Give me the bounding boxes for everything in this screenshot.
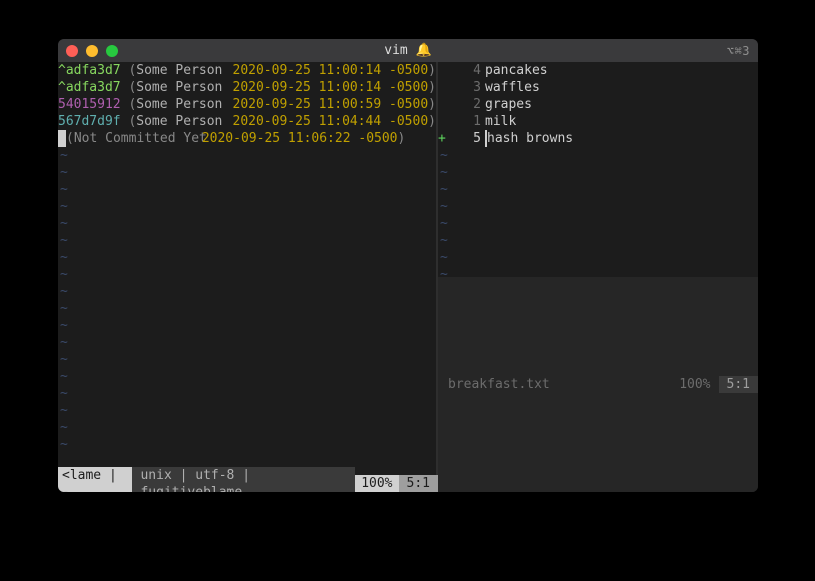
blame-author: Some Person: [136, 113, 232, 130]
empty-line-tilde: ~: [438, 215, 758, 232]
file-line[interactable]: 4pancakes: [438, 62, 758, 79]
blame-row[interactable]: ^adfa3d7 (Some Person 2020-09-25 11:00:1…: [58, 79, 436, 96]
commit-hash[interactable]: ^adfa3d7: [58, 79, 121, 96]
blame-date: 2020-09-25 11:00:59 -0500: [233, 96, 429, 113]
blame-status-flags: -: [62, 485, 70, 493]
empty-line-tilde: ~: [438, 198, 758, 215]
editor-area[interactable]: ^adfa3d7 (Some Person 2020-09-25 11:00:1…: [58, 62, 758, 492]
line-text: grapes: [485, 96, 532, 113]
blame-row[interactable]: ^adfa3d7 (Some Person 2020-09-25 11:00:1…: [58, 62, 436, 79]
minimize-icon[interactable]: [86, 45, 98, 57]
window-title: vim 🔔: [58, 43, 758, 58]
relative-line-number: 5: [446, 130, 485, 147]
blame-author: Not Committed Yet: [74, 130, 202, 147]
blame-author: Some Person: [136, 62, 232, 79]
empty-line-tilde: ~: [58, 436, 436, 453]
empty-line-tilde: ~: [58, 232, 436, 249]
line-text: hash browns: [487, 130, 573, 147]
blame-status-name: <lame: [62, 468, 101, 483]
empty-line-tilde: ~: [58, 368, 436, 385]
diff-sign: [438, 96, 446, 113]
blame-date: 2020-09-25 11:06:22 -0500: [202, 130, 398, 147]
blame-statusline: <lame | - unix | utf-8 | fugitiveblame 1…: [58, 475, 438, 492]
file-statusline: breakfast.txt 100% 5:1: [438, 277, 758, 492]
empty-line-tilde: ~: [58, 283, 436, 300]
window-controls: [66, 45, 118, 57]
blame-status-percent: 100%: [355, 475, 398, 492]
relative-line-number: 1: [446, 113, 485, 130]
empty-line-tilde: ~: [58, 164, 436, 181]
empty-line-tilde: ~: [58, 402, 436, 419]
line-text: waffles: [485, 79, 540, 96]
file-line[interactable]: 1milk: [438, 113, 758, 130]
line-text: milk: [485, 113, 516, 130]
line-text: pancakes: [485, 62, 548, 79]
diff-sign: [438, 79, 446, 96]
empty-line-tilde: ~: [58, 351, 436, 368]
file-pane[interactable]: 4pancakes 3waffles 2grapes 1milk+5 hash …: [438, 62, 758, 492]
empty-line-tilde: ~: [438, 181, 758, 198]
empty-line-tilde: ~: [58, 181, 436, 198]
empty-line-tilde: ~: [58, 419, 436, 436]
zoom-icon[interactable]: [106, 45, 118, 57]
empty-line-tilde: ~: [58, 266, 436, 283]
blame-row[interactable]: 567d7d9f (Some Person 2020-09-25 11:04:4…: [58, 113, 436, 130]
commit-hash[interactable]: ^adfa3d7: [58, 62, 121, 79]
file-status-percent: 100%: [671, 376, 718, 393]
empty-line-tilde: ~: [58, 334, 436, 351]
file-line[interactable]: 2grapes: [438, 96, 758, 113]
file-line[interactable]: +5 hash browns: [438, 130, 758, 147]
empty-line-tilde: ~: [58, 317, 436, 334]
blame-status-format: unix | utf-8 | fugitiveblame: [132, 467, 355, 493]
blame-date: 2020-09-25 11:04:44 -0500: [233, 113, 429, 130]
blame-author: Some Person: [136, 79, 232, 96]
titlebar: vim 🔔 ⌥⌘3: [58, 39, 758, 62]
file-content[interactable]: 4pancakes 3waffles 2grapes 1milk+5 hash …: [438, 62, 758, 277]
window-shortcut-hint: ⌥⌘3: [727, 44, 750, 58]
empty-line-tilde: ~: [438, 266, 758, 277]
empty-line-tilde: ~: [58, 385, 436, 402]
blame-row[interactable]: (Not Committed Yet 2020-09-25 11:06:22 -…: [58, 130, 436, 147]
diff-sign: +: [438, 130, 446, 147]
empty-line-tilde: ~: [438, 147, 758, 164]
blame-author: Some Person: [136, 96, 232, 113]
commit-hash[interactable]: 54015912: [58, 96, 121, 113]
empty-line-tilde: ~: [58, 300, 436, 317]
empty-line-tilde: ~: [438, 249, 758, 266]
relative-line-number: 3: [446, 79, 485, 96]
empty-line-tilde: ~: [438, 164, 758, 181]
blame-row[interactable]: 54015912 (Some Person 2020-09-25 11:00:5…: [58, 96, 436, 113]
blame-status-pos: 5:1: [399, 475, 438, 492]
file-status-pos: 5:1: [719, 376, 758, 393]
blame-date: 2020-09-25 11:00:14 -0500: [233, 79, 429, 96]
file-status-name: breakfast.txt: [438, 376, 671, 393]
blame-content[interactable]: ^adfa3d7 (Some Person 2020-09-25 11:00:1…: [58, 62, 436, 475]
empty-line-tilde: ~: [58, 198, 436, 215]
diff-sign: [438, 113, 446, 130]
terminal-window: vim 🔔 ⌥⌘3 ^adfa3d7 (Some Person 2020-09-…: [58, 39, 758, 492]
blame-date: 2020-09-25 11:00:14 -0500: [233, 62, 429, 79]
cursor: [58, 130, 66, 147]
empty-line-tilde: ~: [58, 249, 436, 266]
relative-line-number: 4: [446, 62, 485, 79]
empty-line-tilde: ~: [58, 147, 436, 164]
file-line[interactable]: 3waffles: [438, 79, 758, 96]
empty-line-tilde: ~: [58, 215, 436, 232]
relative-line-number: 2: [446, 96, 485, 113]
close-icon[interactable]: [66, 45, 78, 57]
empty-line-tilde: ~: [438, 232, 758, 249]
commit-hash[interactable]: 567d7d9f: [58, 113, 121, 130]
diff-sign: [438, 62, 446, 79]
blame-pane[interactable]: ^adfa3d7 (Some Person 2020-09-25 11:00:1…: [58, 62, 438, 492]
